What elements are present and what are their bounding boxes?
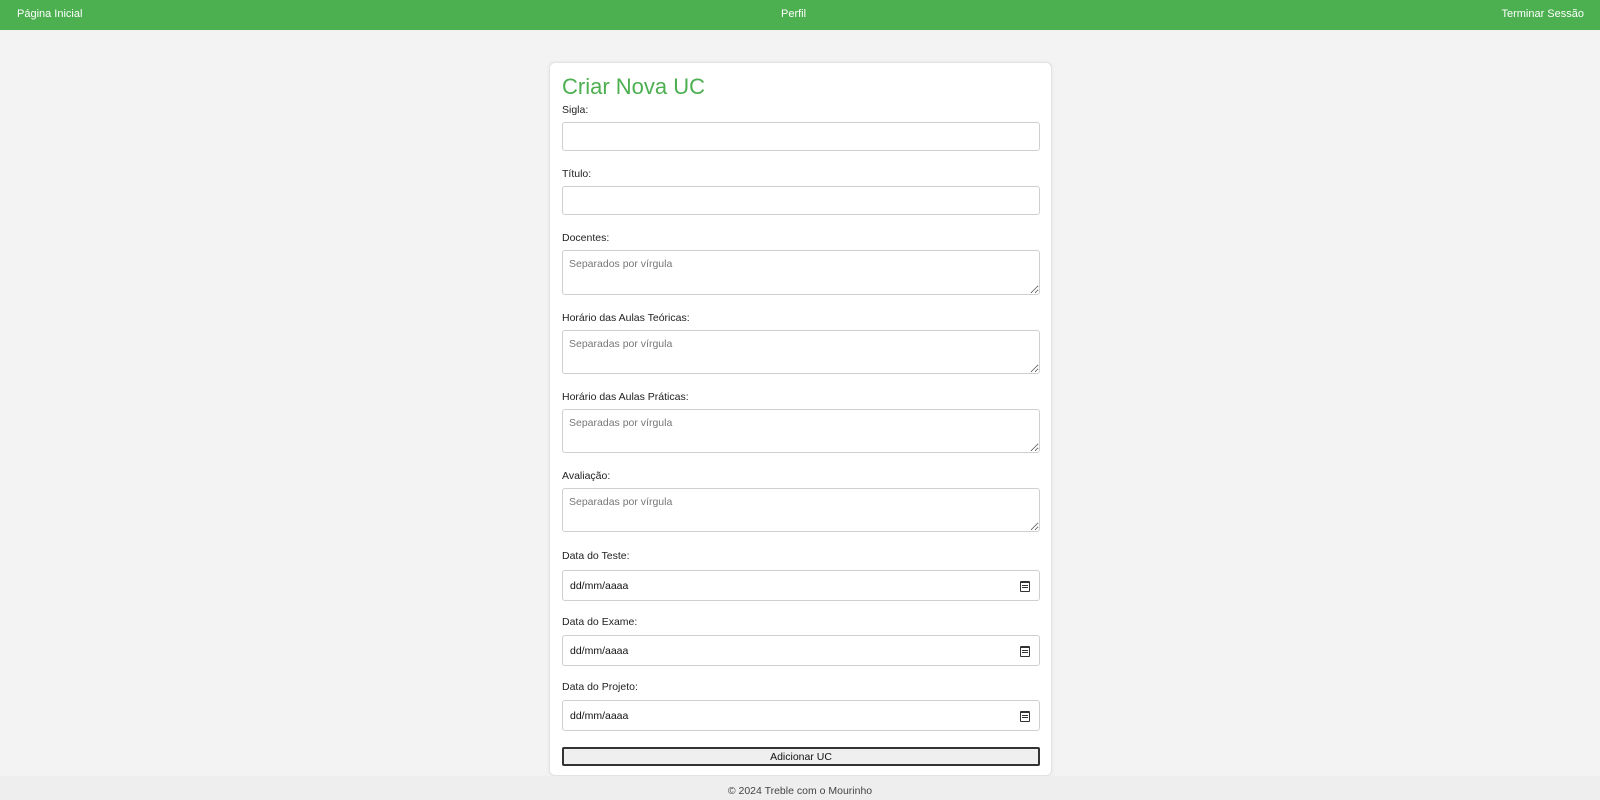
sigla-input[interactable] [562,122,1040,151]
teste-date-label: Data do Teste: [562,550,630,562]
calendar-icon[interactable] [1020,581,1030,592]
projeto-date-label: Data do Projeto: [562,681,638,693]
avaliacao-label: Avaliação: [562,470,611,482]
page-footer: © 2024 Treble com o Mourinho [0,776,1600,800]
page-title: Criar Nova UC [562,74,706,99]
titulo-input[interactable] [562,186,1040,215]
projeto-date-input[interactable]: dd/mm/aaaa [562,700,1040,731]
sigla-label: Sigla: [562,104,589,116]
exame-date-input[interactable]: dd/mm/aaaa [562,635,1040,666]
docentes-textarea[interactable] [562,250,1040,295]
footer-copyright: © 2024 Treble com o Mourinho [727,785,873,797]
create-uc-form-card: Criar Nova UC Sigla: Título: Docentes: H… [549,62,1052,776]
teste-date-value: dd/mm/aaaa [570,580,629,592]
add-uc-button[interactable]: Adicionar UC [562,747,1040,766]
praticas-textarea[interactable] [562,409,1040,453]
teoricas-label: Horário das Aulas Teóricas: [562,312,690,324]
nav-link-home[interactable]: Página Inicial [17,8,82,20]
avaliacao-textarea[interactable] [562,488,1040,532]
nav-link-profile[interactable]: Perfil [781,8,806,20]
teste-date-input[interactable]: dd/mm/aaaa [562,570,1040,601]
nav-link-logout[interactable]: Terminar Sessão [1501,8,1584,20]
calendar-icon[interactable] [1020,711,1030,722]
teoricas-textarea[interactable] [562,330,1040,374]
praticas-label: Horário das Aulas Práticas: [562,391,689,403]
titulo-label: Título: [562,168,592,180]
docentes-label: Docentes: [562,232,610,244]
exame-date-label: Data do Exame: [562,616,638,628]
projeto-date-value: dd/mm/aaaa [570,710,629,722]
exame-date-value: dd/mm/aaaa [570,645,629,657]
calendar-icon[interactable] [1020,646,1030,657]
top-navbar: Página Inicial Perfil Terminar Sessão [0,0,1600,30]
